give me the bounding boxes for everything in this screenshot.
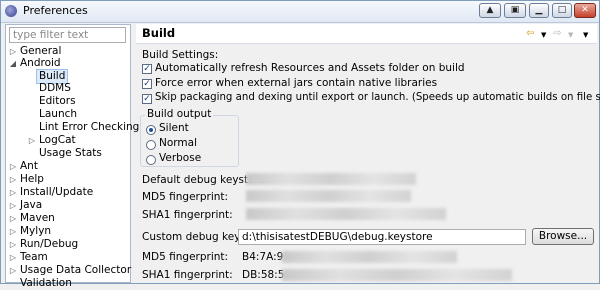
- forward-dropdown-icon[interactable]: ▼: [568, 31, 573, 39]
- browse-button[interactable]: Browse...: [532, 228, 594, 245]
- silent-label: Silent: [159, 122, 189, 134]
- sha1-label: SHA1 fingerprint:: [142, 209, 233, 221]
- forward-arrow-icon[interactable]: ⇨: [553, 28, 561, 39]
- custom-md5-value: B4:7A:9: [242, 251, 284, 263]
- minimize-button[interactable]: ▁: [529, 3, 549, 18]
- expand-arrow-icon[interactable]: ▷: [9, 48, 17, 56]
- force-error-label: Force error when external jars contain n…: [155, 77, 438, 89]
- redacted-value: [282, 251, 457, 263]
- expand-arrow-icon[interactable]: ▷: [9, 176, 17, 184]
- verbose-label: Verbose: [159, 152, 202, 164]
- custom-keystore-input[interactable]: d:\thisisatestDEBUG\debug.keystore: [238, 229, 526, 245]
- preferences-tree-panel: type filter text ▷ General ◢ Android Bui…: [5, 24, 139, 289]
- tree-item-editors[interactable]: Editors: [39, 95, 76, 108]
- redacted-value: [246, 208, 446, 220]
- tree-item-ant[interactable]: Ant: [20, 160, 38, 173]
- eclipse-icon: [5, 5, 17, 17]
- expand-arrow-icon[interactable]: ▷: [9, 267, 17, 275]
- redacted-value: [246, 173, 416, 185]
- title-bar: Preferences ▲ ▣ ▁ □ ✕: [1, 1, 599, 23]
- preference-page: Build ⇦ ▼ ⇨ ▼ ▼ Build Settings: ✓ Automa…: [136, 24, 600, 283]
- verbose-radio[interactable]: [146, 155, 156, 165]
- close-button[interactable]: ✕: [574, 3, 596, 18]
- skip-packaging-checkbox[interactable]: ✓: [142, 94, 152, 104]
- tree-item-java[interactable]: Java: [20, 199, 42, 212]
- tree-item-ddms[interactable]: DDMS: [39, 82, 71, 95]
- md5-label: MD5 fingerprint:: [142, 191, 229, 203]
- tree-item-launch[interactable]: Launch: [39, 108, 77, 121]
- redacted-value: [246, 190, 411, 202]
- maximize-button[interactable]: □: [552, 3, 572, 18]
- tree-item-lint-error-checking[interactable]: Lint Error Checking: [39, 121, 139, 134]
- redacted-value: [282, 269, 512, 281]
- window-title: Preferences: [23, 4, 88, 17]
- restore-up-icon[interactable]: ▲: [479, 3, 501, 18]
- tree-item-install-update[interactable]: Install/Update: [20, 186, 93, 199]
- expand-arrow-icon[interactable]: ▷: [9, 202, 17, 210]
- view-menu-icon[interactable]: ▼: [583, 31, 588, 39]
- auto-refresh-checkbox[interactable]: ✓: [142, 64, 152, 74]
- tree-item-mylyn[interactable]: Mylyn: [20, 225, 51, 238]
- tree-item-team[interactable]: Team: [20, 251, 48, 264]
- normal-radio[interactable]: [146, 140, 156, 150]
- tree-item-maven[interactable]: Maven: [20, 212, 55, 225]
- preferences-window: Preferences ▲ ▣ ▁ □ ✕ type filter text ▷…: [0, 0, 600, 289]
- normal-label: Normal: [159, 137, 197, 149]
- tree-item-usage-data-collector[interactable]: Usage Data Collector: [20, 264, 131, 277]
- expand-arrow-icon[interactable]: ▷: [28, 137, 36, 145]
- tree-item-usage-stats[interactable]: Usage Stats: [39, 147, 102, 160]
- build-output-title: Build output: [145, 108, 214, 120]
- tree-item-run-debug[interactable]: Run/Debug: [20, 238, 78, 251]
- expand-arrow-icon[interactable]: ▷: [9, 189, 17, 197]
- expand-arrow-icon[interactable]: ▷: [9, 254, 17, 262]
- custom-sha1-value: DB:58:5: [242, 269, 285, 281]
- back-dropdown-icon[interactable]: ▼: [541, 31, 546, 39]
- collapse-arrow-icon[interactable]: ◢: [9, 60, 17, 68]
- skip-packaging-label: Skip packaging and dexing until export o…: [155, 92, 600, 103]
- custom-sha1-label: SHA1 fingerprint:: [142, 269, 233, 281]
- force-error-checkbox[interactable]: ✓: [142, 79, 152, 89]
- tree-item-logcat[interactable]: LogCat: [39, 134, 76, 147]
- expand-arrow-icon[interactable]: ▷: [9, 215, 17, 223]
- expand-arrow-icon[interactable]: ▷: [9, 228, 17, 236]
- page-header: Build ⇦ ▼ ⇨ ▼ ▼: [136, 24, 597, 44]
- back-arrow-icon[interactable]: ⇦: [526, 28, 534, 39]
- filter-input[interactable]: type filter text: [9, 27, 126, 43]
- custom-md5-label: MD5 fingerprint:: [142, 251, 229, 263]
- build-settings-label: Build Settings:: [142, 49, 219, 61]
- auto-refresh-label: Automatically refresh Resources and Asse…: [155, 62, 465, 74]
- expand-arrow-icon[interactable]: ▷: [9, 241, 17, 249]
- help-button[interactable]: ▣: [504, 3, 526, 18]
- page-title: Build: [142, 26, 176, 40]
- silent-radio[interactable]: [146, 125, 156, 135]
- tree-item-help[interactable]: Help: [20, 173, 44, 186]
- expand-arrow-icon[interactable]: ▷: [9, 163, 17, 171]
